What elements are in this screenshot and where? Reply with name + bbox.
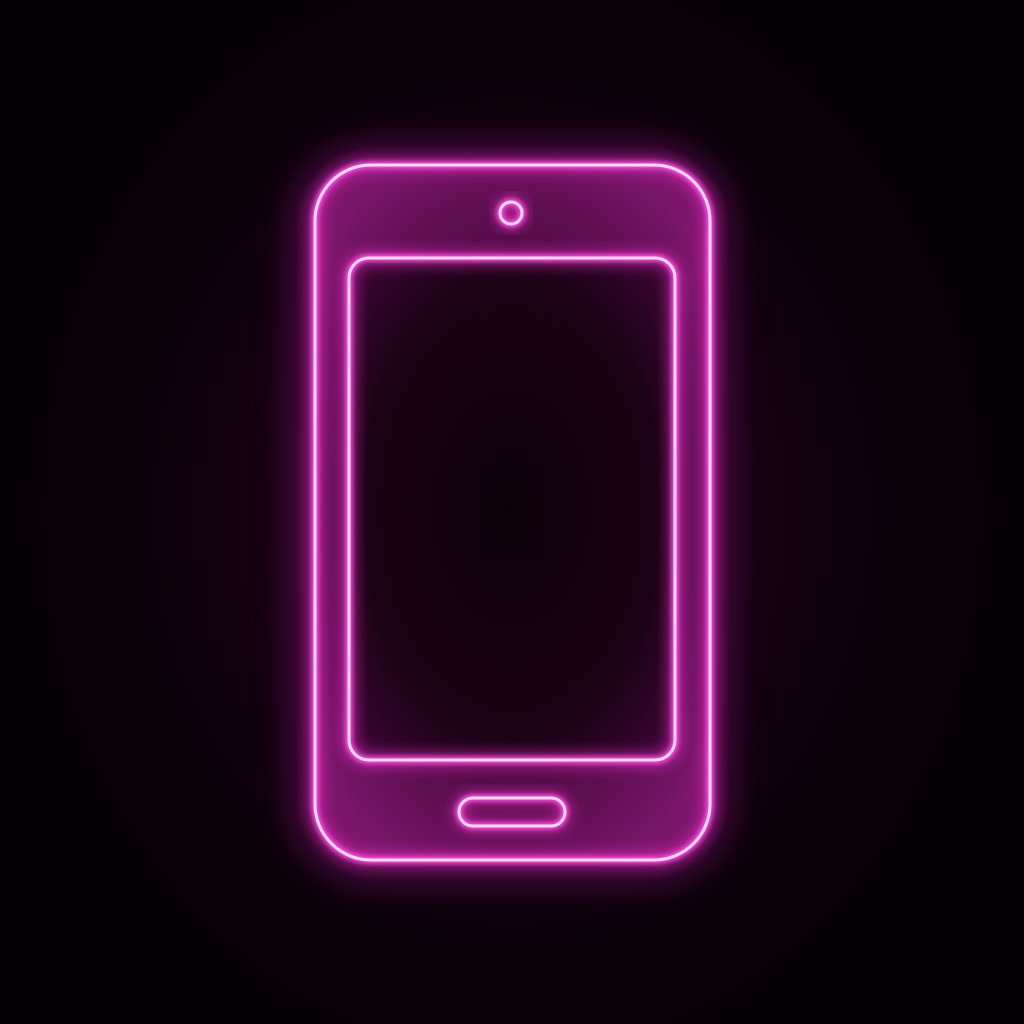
smartphone-icon <box>292 145 730 882</box>
neon-canvas <box>0 0 1024 1024</box>
phone-screen <box>349 258 675 760</box>
